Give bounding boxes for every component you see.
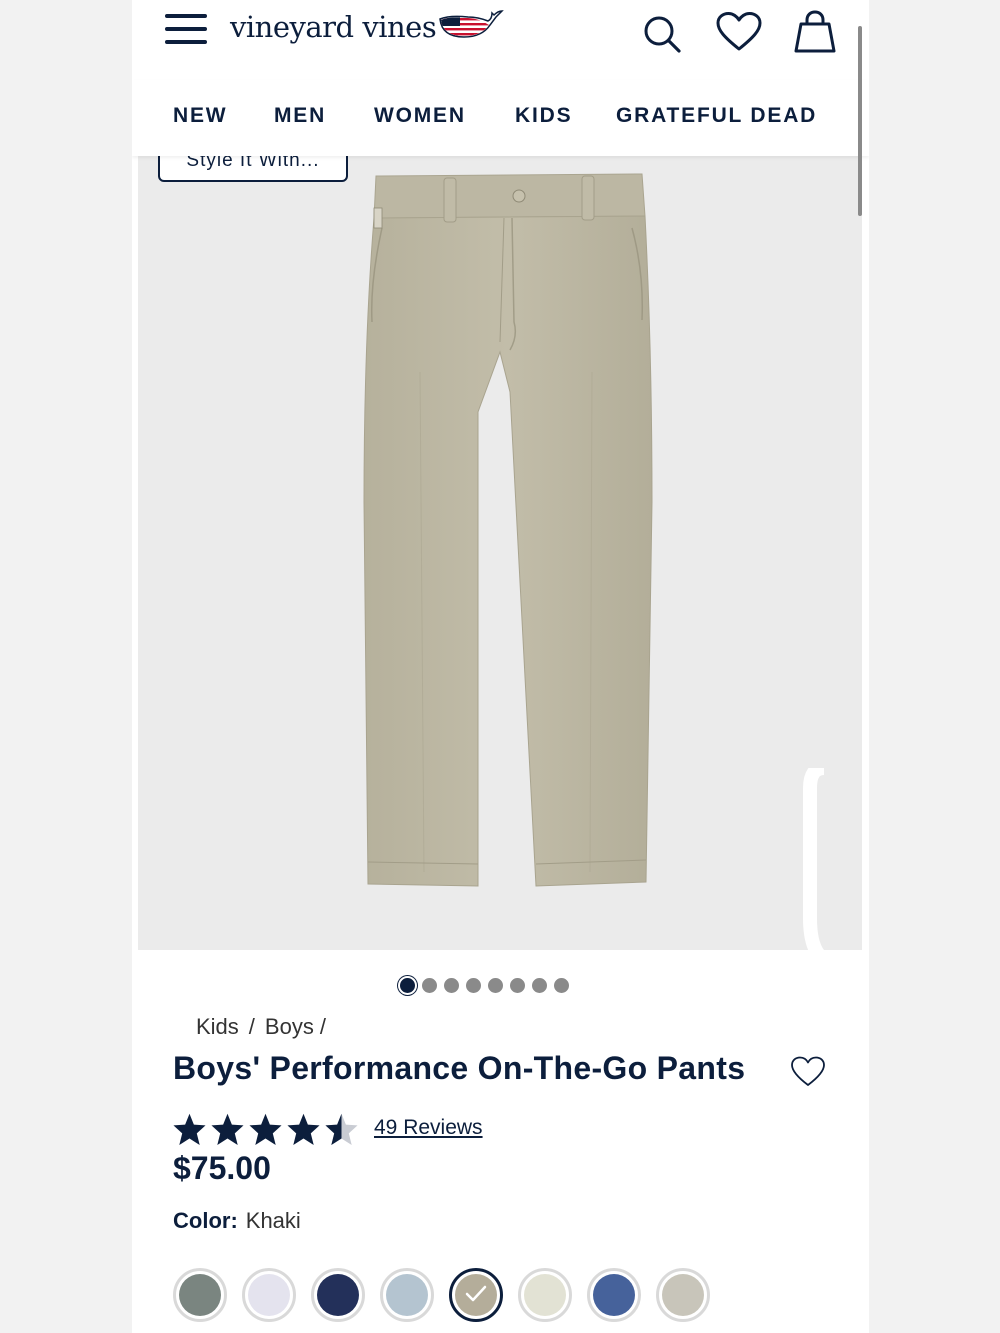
product-title: Boys' Performance On-The-Go Pants <box>173 1050 746 1086</box>
product-image <box>363 173 653 887</box>
nav-women[interactable]: WOMEN <box>374 104 466 128</box>
heart-icon[interactable] <box>716 12 762 52</box>
color-swatch[interactable] <box>311 1268 365 1322</box>
nav-kids[interactable]: KIDS <box>515 104 572 128</box>
color-swatch[interactable] <box>242 1268 296 1322</box>
carousel-dot[interactable] <box>554 978 569 993</box>
carousel-dot[interactable] <box>488 978 503 993</box>
carousel-dots <box>400 978 569 993</box>
whale-flag-logo-icon <box>439 10 505 38</box>
swatch-fill <box>593 1274 635 1316</box>
shopping-bag-icon[interactable] <box>792 10 838 54</box>
wishlist-heart-icon[interactable] <box>790 1056 826 1088</box>
star-full-icon <box>249 1113 282 1146</box>
star-full-icon <box>287 1113 320 1146</box>
search-icon[interactable] <box>642 14 682 54</box>
star-rating[interactable] <box>172 1112 359 1146</box>
swatch-fill <box>317 1274 359 1316</box>
next-image-peek <box>803 768 825 950</box>
star-half-icon <box>325 1113 358 1146</box>
reviews-link[interactable]: 49 Reviews <box>374 1116 483 1140</box>
color-swatch[interactable] <box>518 1268 572 1322</box>
product-image-carousel[interactable]: Style It With... <box>138 156 862 950</box>
carousel-dot[interactable] <box>444 978 459 993</box>
color-swatch[interactable] <box>587 1268 641 1322</box>
carousel-dot[interactable] <box>400 978 415 993</box>
header: vineyard vines <box>132 0 869 80</box>
breadcrumb: Kids / Boys / <box>196 1014 336 1040</box>
product-price: $75.00 <box>173 1150 271 1186</box>
breadcrumb-separator: / <box>319 1014 326 1039</box>
star-full-icon <box>211 1113 244 1146</box>
color-selection: Color: Khaki <box>173 1208 301 1234</box>
color-swatch[interactable] <box>380 1268 434 1322</box>
nav-grateful-dead[interactable]: GRATEFUL DEAD <box>616 104 817 128</box>
color-swatch-selected[interactable] <box>449 1268 503 1322</box>
nav-men[interactable]: MEN <box>274 104 326 128</box>
logo-text: vineyard vines <box>230 10 437 44</box>
logo[interactable]: vineyard vines <box>230 10 505 44</box>
swatch-fill <box>524 1274 566 1316</box>
carousel-dot[interactable] <box>510 978 525 993</box>
style-it-with-button[interactable]: Style It With... <box>158 156 348 182</box>
color-label: Color: <box>173 1208 238 1233</box>
star-full-icon <box>173 1113 206 1146</box>
color-value: Khaki <box>245 1208 301 1233</box>
color-swatch[interactable] <box>173 1268 227 1322</box>
carousel-dot[interactable] <box>532 978 547 993</box>
breadcrumb-kids[interactable]: Kids <box>196 1014 239 1039</box>
scrollbar[interactable] <box>858 26 862 216</box>
checkmark-icon <box>465 1285 487 1302</box>
swatch-fill <box>248 1274 290 1316</box>
swatch-fill <box>662 1274 704 1316</box>
nav-new[interactable]: NEW <box>173 104 227 128</box>
breadcrumb-separator: / <box>248 1014 255 1039</box>
breadcrumb-boys[interactable]: Boys <box>265 1014 314 1039</box>
menu-icon[interactable] <box>165 14 207 50</box>
main-nav: NEW MEN WOMEN KIDS GRATEFUL DEAD <box>132 80 869 156</box>
product-page: vineyard vines NEW MEN WOMEN KIDS GRATEF… <box>132 0 869 1333</box>
carousel-dot[interactable] <box>466 978 481 993</box>
swatch-fill <box>179 1274 221 1316</box>
swatch-fill <box>386 1274 428 1316</box>
color-swatch[interactable] <box>656 1268 710 1322</box>
carousel-dot[interactable] <box>422 978 437 993</box>
